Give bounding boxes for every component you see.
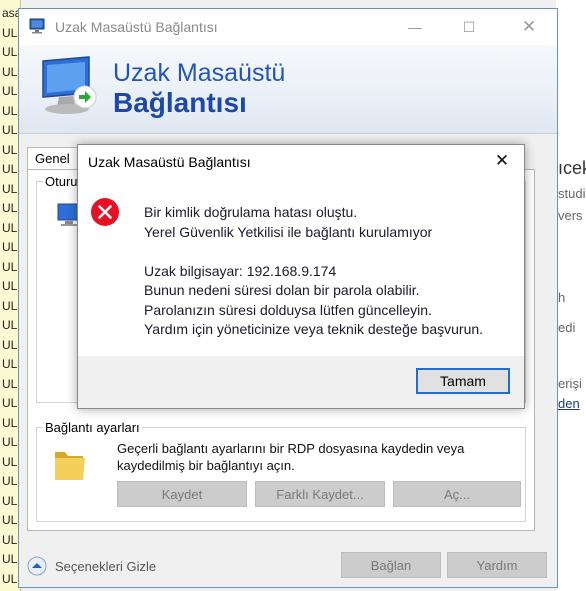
remote-desktop-icon [29,18,45,34]
connection-settings-group: Bağlantı ayarları Geçerli bağlantı ayarl… [36,420,526,522]
bg-line: UL [2,201,18,215]
help-button[interactable]: Yardım [447,552,547,578]
close-icon[interactable]: ✕ [519,17,539,37]
bg-line: UL [2,396,18,410]
bg-line: UL [2,493,18,508]
bg-line: UL [2,513,18,527]
dialog-footer: Tamam [78,356,524,408]
bg-fragment: studi [558,186,586,201]
bg-fragment: vers [558,208,583,223]
bg-fragment: erişi [558,376,582,391]
open-button[interactable]: Aç... [393,481,521,507]
bg-fragment[interactable]: den [558,396,580,411]
bg-fragment: h [558,290,566,305]
bg-line: UL [2,220,18,235]
connect-button[interactable]: Bağlan [341,552,441,578]
error-line: Uzak bilgisayar: 192.168.9.174 [144,262,337,279]
connection-description: Geçerli bağlantı ayarlarını bir RDP dosy… [117,441,465,473]
title-bar: Uzak Masaüstü Bağlantısı — ☐ ✕ [19,9,557,45]
minimize-icon[interactable]: — [405,17,425,37]
remote-desktop-monitor-icon [42,56,97,114]
bg-line: UL [2,454,18,469]
bg-line: UL [2,84,18,98]
bg-line: UL [2,123,18,137]
window-title: Uzak Masaüstü Bağlantısı [55,19,218,35]
error-line: Yerel Güvenlik Yetkilisi ile bağlantı ku… [144,223,433,240]
ok-button[interactable]: Tamam [416,368,510,394]
bg-line: UL [2,64,18,79]
bg-line: UL [2,532,18,547]
error-message: Bir kimlik doğrulama hatası oluştu. Yere… [144,203,514,340]
error-line: Bunun nedeni süresi dolan bir parola ola… [144,282,420,298]
error-icon [91,198,119,226]
bg-line: UL [2,357,18,371]
banner: Uzak Masaüstü Bağlantısı [19,45,557,133]
bg-line: UL [2,259,18,274]
bg-line: UL [2,571,18,586]
bg-line: UL [2,142,18,157]
background-window-right: ıcek studi vers h edi erişi den [556,0,586,591]
dialog-title: Uzak Masaüstü Bağlantısı [88,154,251,170]
bg-fragment: edi [558,320,576,335]
save-as-button[interactable]: Farklı Kaydet... [255,481,385,507]
bg-line: UL [2,552,18,566]
bg-fragment: ıcek [558,158,586,178]
banner-title-line2: Bağlantısı [113,87,247,118]
bg-line: UL [2,162,18,176]
banner-title-line1: Uzak Masaüstü [113,59,286,87]
bg-line: UL [2,279,18,293]
tab-general[interactable]: Genel [27,147,81,170]
dialog-close-icon[interactable]: ✕ [492,151,512,171]
bg-line: UL [2,376,18,391]
bg-line: UL [2,318,18,332]
chevron-up-icon[interactable] [27,556,47,576]
bg-line: UL [2,435,18,449]
bg-line: UL [2,298,18,313]
folder-icon [55,452,85,480]
bg-line: UL [2,25,18,40]
bg-line: UL [2,240,18,254]
bg-line: UL [2,337,18,352]
bg-line: UL [2,474,18,488]
error-dialog: Uzak Masaüstü Bağlantısı ✕ Bir kimlik do… [77,144,525,409]
maximize-icon[interactable]: ☐ [459,17,479,37]
error-line: Bir kimlik doğrulama hatası oluştu. [144,204,358,220]
connection-group-caption: Bağlantı ayarları [43,420,142,435]
bg-line: UL [2,181,18,196]
bg-line: UL [2,415,18,430]
save-button[interactable]: Kaydet [117,481,247,507]
error-line: Parolanızın süresi dolduysa lütfen günce… [144,301,432,318]
tab-general-label: Genel [35,151,70,166]
bg-line: UL [2,103,18,118]
bg-line: UL [2,45,18,59]
hide-options-link[interactable]: Seçenekleri Gizle [55,559,156,574]
error-line: Yardım için yöneticinize veya teknik des… [144,321,484,337]
